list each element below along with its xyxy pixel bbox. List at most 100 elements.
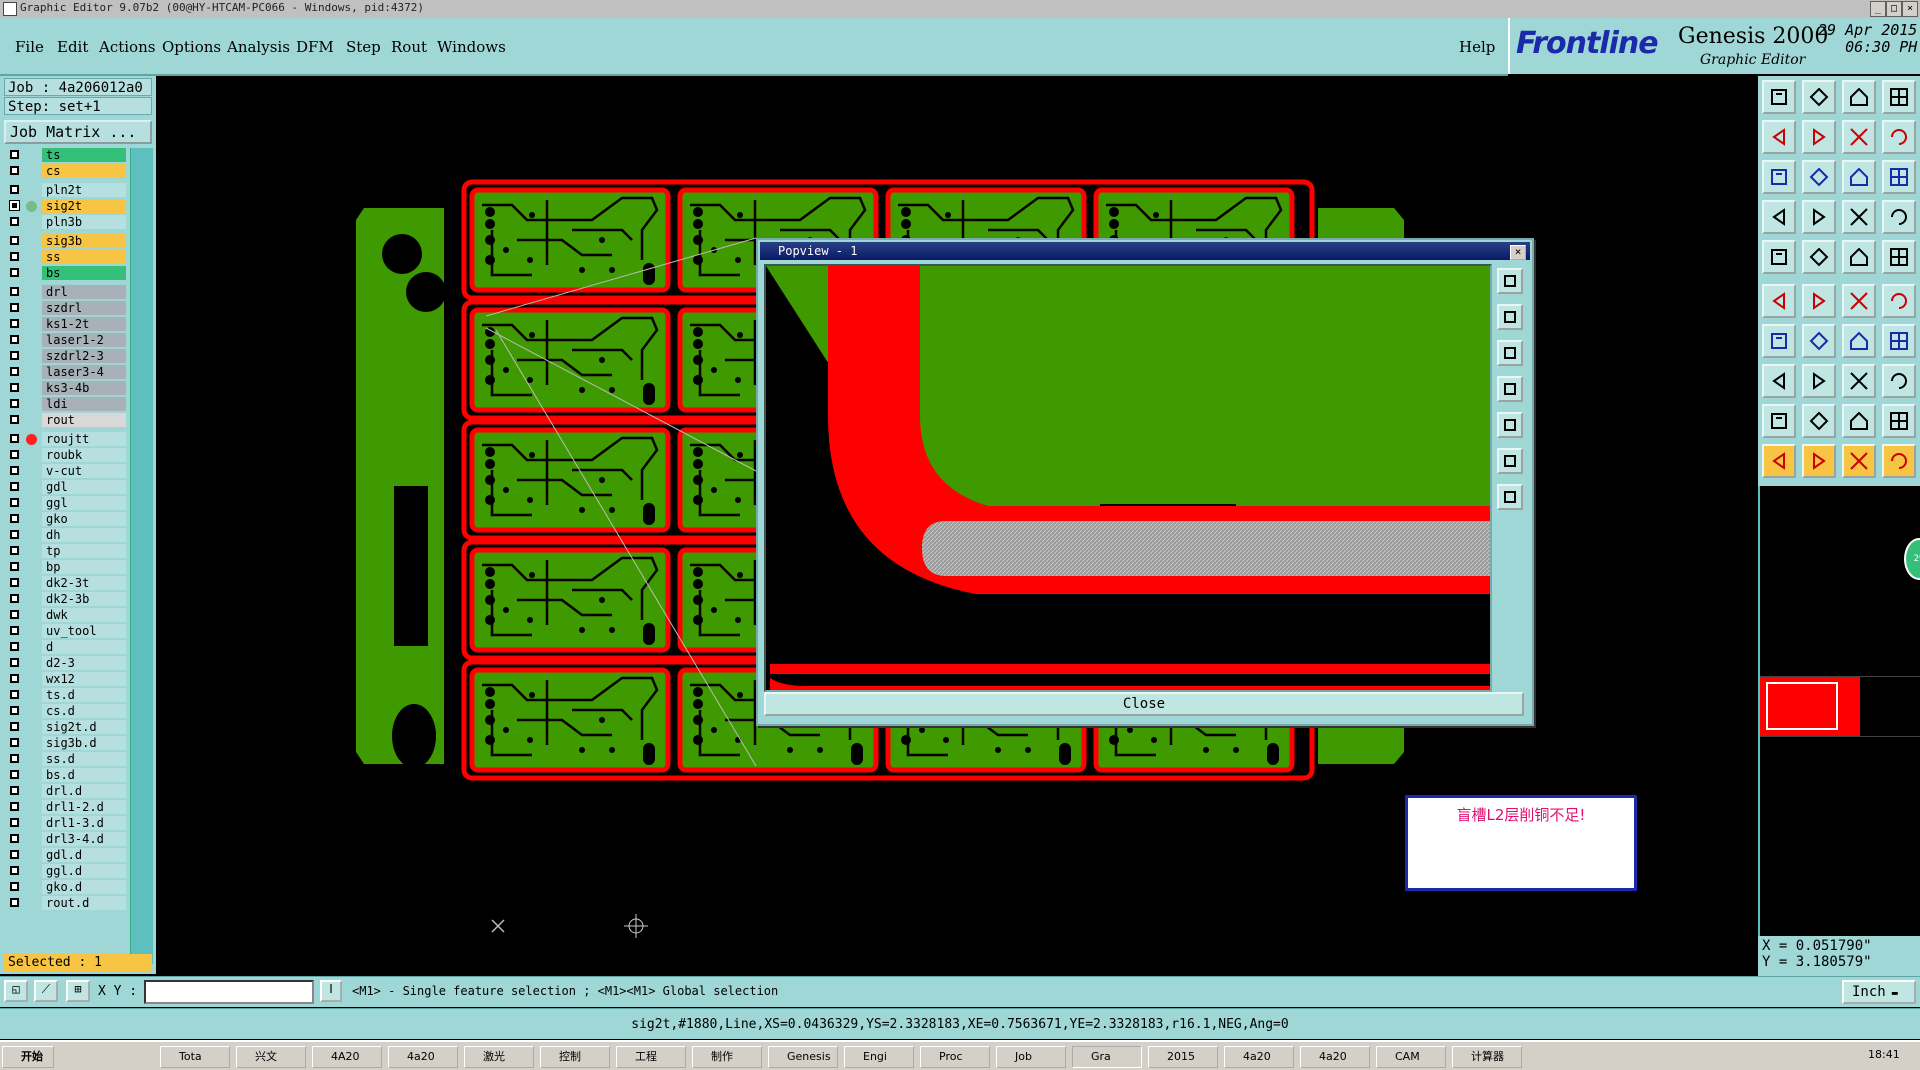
taskbar-item[interactable]: Genesis xyxy=(768,1046,838,1068)
layer-checkbox[interactable] xyxy=(10,383,19,392)
layer-name[interactable]: tp xyxy=(42,544,126,558)
layer-row-d[interactable]: d xyxy=(4,640,128,655)
layer-row-bs[interactable]: bs xyxy=(4,266,128,281)
layer-row-gdl.d[interactable]: gdl.d xyxy=(4,848,128,863)
taskbar-item[interactable]: 4a20 xyxy=(1300,1046,1370,1068)
layer-name[interactable]: sig2t.d xyxy=(42,720,126,734)
layer-name[interactable]: ss.d xyxy=(42,752,126,766)
layer-checkbox[interactable] xyxy=(10,658,19,667)
menu-edit[interactable]: Edit xyxy=(57,38,88,56)
layer-checkbox[interactable] xyxy=(10,850,19,859)
pv-prev-icon[interactable] xyxy=(1497,376,1523,402)
layer-name[interactable]: pln2t xyxy=(42,183,126,197)
poly-cut-icon[interactable] xyxy=(1842,404,1876,438)
layer-checkbox[interactable] xyxy=(10,236,19,245)
popview-canvas[interactable] xyxy=(764,264,1492,692)
taskbar-item[interactable]: 激光 xyxy=(464,1046,534,1068)
taskbar-item[interactable]: CAM xyxy=(1376,1046,1446,1068)
layer-name[interactable]: drl.d xyxy=(42,784,126,798)
layer-row-ts.d[interactable]: ts.d xyxy=(4,688,128,703)
layer-row-szdrl[interactable]: szdrl xyxy=(4,301,128,316)
layer-row-drl1-2.d[interactable]: drl1-2.d xyxy=(4,800,128,815)
layer-checkbox[interactable] xyxy=(10,818,19,827)
select-area-icon[interactable] xyxy=(1762,364,1796,398)
layer-row-v-cut[interactable]: v-cut xyxy=(4,464,128,479)
layer-name[interactable]: dk2-3b xyxy=(42,592,126,606)
snap-icon[interactable]: ◱ xyxy=(4,980,28,1002)
layer-name[interactable]: d2-3 xyxy=(42,656,126,670)
close-window-button[interactable]: × xyxy=(1902,1,1918,17)
pv-next-icon[interactable] xyxy=(1497,412,1523,438)
layer-checkbox[interactable] xyxy=(10,642,19,651)
layer-checkbox[interactable] xyxy=(10,399,19,408)
layer-checkbox[interactable] xyxy=(10,786,19,795)
menu-actions[interactable]: Actions xyxy=(99,38,155,56)
layer-row-bs.d[interactable]: bs.d xyxy=(4,768,128,783)
layer-row-gko[interactable]: gko xyxy=(4,512,128,527)
pointer-move-icon[interactable] xyxy=(1882,444,1916,478)
layer-row-laser3-4[interactable]: laser3-4 xyxy=(4,365,128,380)
layer-name[interactable]: uv_tool xyxy=(42,624,126,638)
layer-name[interactable]: gko xyxy=(42,512,126,526)
layer-checkbox[interactable] xyxy=(10,866,19,875)
add-circle-icon[interactable] xyxy=(1882,240,1916,274)
layer-row-dwk[interactable]: dwk xyxy=(4,608,128,623)
menu-rout[interactable]: Rout xyxy=(391,38,427,56)
copy-icon[interactable] xyxy=(1842,284,1876,318)
taskbar-item[interactable]: 计算器 xyxy=(1452,1046,1522,1068)
layer-name[interactable]: szdrl2-3 xyxy=(42,349,126,363)
layer-row-rout[interactable]: rout xyxy=(4,413,128,428)
layer-name[interactable]: drl xyxy=(42,285,126,299)
next-icon[interactable] xyxy=(1802,120,1836,154)
pv-save-icon[interactable] xyxy=(1497,304,1523,330)
layer-row-dk2-3b[interactable]: dk2-3b xyxy=(4,592,128,607)
layer-row-dk2-3t[interactable]: dk2-3t xyxy=(4,576,128,591)
poly-add-icon[interactable] xyxy=(1802,404,1836,438)
layer-row-gko.d[interactable]: gko.d xyxy=(4,880,128,895)
layer-row-drl1-3.d[interactable]: drl1-3.d xyxy=(4,816,128,831)
layer-checkbox[interactable] xyxy=(10,722,19,731)
menu-step[interactable]: Step xyxy=(346,38,381,56)
layer-name[interactable]: dh xyxy=(42,528,126,542)
layer-row-roubk[interactable]: roubk xyxy=(4,448,128,463)
layer-checkbox[interactable] xyxy=(9,200,20,211)
layer-checkbox[interactable] xyxy=(10,466,19,475)
layer-name[interactable]: roujtt xyxy=(42,432,126,446)
redraw-icon[interactable] xyxy=(1882,120,1916,154)
layer-checkbox[interactable] xyxy=(10,594,19,603)
layer-checkbox[interactable] xyxy=(10,450,19,459)
layer-checkbox[interactable] xyxy=(10,319,19,328)
layer-checkbox[interactable] xyxy=(10,217,19,226)
layer-row-dh[interactable]: dh xyxy=(4,528,128,543)
layer-checkbox[interactable] xyxy=(10,166,19,175)
taskbar-item[interactable]: Proc xyxy=(920,1046,990,1068)
menu-help[interactable]: Help xyxy=(1459,38,1495,56)
layout-icon[interactable] xyxy=(1882,80,1916,114)
layer-name[interactable]: ts xyxy=(42,148,126,162)
layer-name[interactable]: roubk xyxy=(42,448,126,462)
layer-row-sig2t[interactable]: sig2t xyxy=(4,199,128,214)
taskbar-item[interactable]: Gra xyxy=(1072,1046,1142,1068)
home-icon[interactable] xyxy=(1842,80,1876,114)
layer-row-ks1-2t[interactable]: ks1-2t xyxy=(4,317,128,332)
layer-name[interactable]: v-cut xyxy=(42,464,126,478)
layer-row-roujtt[interactable]: roujtt xyxy=(4,432,128,447)
layer-row-ts[interactable]: ts xyxy=(4,148,128,163)
overview-view-box[interactable] xyxy=(1766,682,1838,730)
layer-row-laser1-2[interactable]: laser1-2 xyxy=(4,333,128,348)
pv-zoom-icon[interactable] xyxy=(1497,448,1523,474)
layer-row-szdrl2-3[interactable]: szdrl2-3 xyxy=(4,349,128,364)
layer-checkbox[interactable] xyxy=(10,252,19,261)
layer-checkbox[interactable] xyxy=(10,626,19,635)
layer-row-gdl[interactable]: gdl xyxy=(4,480,128,495)
pan-icon[interactable] xyxy=(1802,160,1836,194)
zoom-fit-icon[interactable] xyxy=(1762,160,1796,194)
layer-row-ggl[interactable]: ggl xyxy=(4,496,128,511)
layer-checkbox[interactable] xyxy=(10,898,19,907)
layer-row-rout.d[interactable]: rout.d xyxy=(4,896,128,911)
layer-name[interactable]: sig3b xyxy=(42,234,126,248)
layer-row-drl[interactable]: drl xyxy=(4,285,128,300)
layer-name[interactable]: szdrl xyxy=(42,301,126,315)
layer-name[interactable]: gko.d xyxy=(42,880,126,894)
delete-icon[interactable] xyxy=(1802,284,1836,318)
